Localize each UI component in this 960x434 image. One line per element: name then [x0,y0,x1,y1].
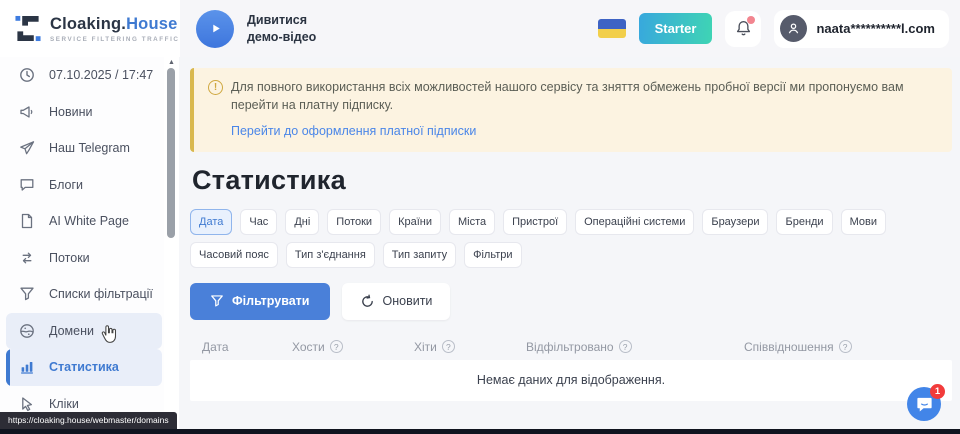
user-email: naata**********l.com [816,21,935,36]
status-link-preview: https://cloaking.house/webmaster/domains [0,412,177,429]
app-logo[interactable]: Cloaking.House SERVICE FILTERING TRAFFIC [0,0,180,57]
main-content: ! Для повного використання всіх можливос… [180,57,960,429]
chat-icon [19,176,36,193]
demo-video-label[interactable]: Дивитися демо-відео [247,12,335,45]
funnel-icon [210,294,224,308]
sidebar-item-label: Блоги [49,178,83,192]
tab-date[interactable]: Дата [190,209,232,235]
upgrade-subscription-link[interactable]: Перейти до оформлення платної підписки [231,124,476,138]
sidebar-item-ai-white-page[interactable]: AI White Page [6,203,162,240]
column-header-hosts: Хости ? [292,340,414,354]
tab-days[interactable]: Дні [285,209,319,235]
cursor-icon [19,395,36,412]
sidebar-item-label: AI White Page [49,214,129,228]
scroll-up-arrow[interactable]: ▲ [164,58,179,67]
tab-brands[interactable]: Бренди [776,209,832,235]
tab-timezone[interactable]: Часовий пояс [190,242,278,268]
filter-button[interactable]: Фільтрувати [190,283,330,320]
globe-icon [19,322,36,339]
play-icon [209,22,222,35]
tab-os[interactable]: Операційні системи [575,209,694,235]
chat-unread-badge: 1 [930,384,945,399]
sidebar-item-label: Наш Telegram [49,141,130,155]
column-label: Співвідношення [744,340,834,354]
column-header-hits: Хіти ? [414,340,526,354]
sidebar-item-domains[interactable]: Домени [6,313,162,350]
refresh-icon [360,294,375,309]
tab-countries[interactable]: Країни [389,209,441,235]
sidebar-item-label: 07.10.2025 / 17:47 [49,68,153,82]
logo-icon [15,15,41,42]
tab-cities[interactable]: Міста [449,209,495,235]
chart-icon [19,359,36,376]
statistics-tabs: Дата Час Дні Потоки Країни Міста Пристрої Опера… [190,209,935,268]
column-header-filtered: Відфільтровано ? [526,340,744,354]
tab-languages[interactable]: Мови [841,209,886,235]
tab-time[interactable]: Час [240,209,277,235]
sidebar-item-filter-lists[interactable]: Списки фільтрації [6,276,162,313]
notification-dot [747,16,755,24]
column-label: Хіти [414,340,437,354]
table-header-row: Дата Хости ? Хіти ? Відфільтровано ? Спі… [190,334,952,360]
person-icon [786,21,801,36]
sidebar-item-label: Потоки [49,251,90,265]
tab-connection-type[interactable]: Тип з'єднання [286,242,375,268]
tab-request-type[interactable]: Тип запиту [383,242,456,268]
sidebar-item-statistics[interactable]: Статистика [6,349,162,386]
column-header-ratio: Співвідношення ? [744,340,952,354]
language-flag-ukraine[interactable] [598,19,626,38]
column-label: Хости [292,340,325,354]
help-icon[interactable]: ? [619,340,632,353]
help-icon[interactable]: ? [330,340,343,353]
brand-tagline: SERVICE FILTERING TRAFFIC [50,36,179,43]
play-demo-button[interactable] [196,10,234,48]
clock-icon [19,67,36,84]
megaphone-icon [19,103,36,120]
column-label: Відфільтровано [526,340,614,354]
sidebar-item-label: Кліки [49,397,79,411]
funnel-icon [19,286,36,303]
sidebar-item-streams[interactable]: Потоки [6,240,162,277]
sidebar: 07.10.2025 / 17:47 Новини Наш Telegram Б… [0,57,164,429]
sidebar-item-label: Статистика [49,360,119,374]
warning-icon: ! [208,80,223,95]
avatar [780,15,807,42]
refresh-button[interactable]: Оновити [342,283,451,320]
plan-badge-button[interactable]: Starter [639,13,713,44]
page-title: Статистика [192,165,952,196]
window-bottom-edge [0,429,960,434]
sidebar-item-label: Домени [49,324,94,338]
tab-devices[interactable]: Пристрої [503,209,567,235]
tab-filters[interactable]: Фільтри [464,242,521,268]
column-label: Дата [202,340,229,354]
sidebar-item-datetime[interactable]: 07.10.2025 / 17:47 [6,57,162,94]
sidebar-item-label: Списки фільтрації [49,287,153,301]
sidebar-scrollbar[interactable]: ▲ ▼ [164,57,179,429]
chat-widget-button[interactable]: 1 [907,387,941,421]
sidebar-item-news[interactable]: Новини [6,94,162,131]
help-icon[interactable]: ? [442,340,455,353]
sidebar-item-blogs[interactable]: Блоги [6,167,162,204]
chat-bubble-icon [915,395,934,414]
document-icon [19,213,36,230]
table-empty-state: Немає даних для відображення. [190,360,952,401]
tab-streams[interactable]: Потоки [327,209,381,235]
arrows-icon [19,249,36,266]
brand-name: Cloaking.House [50,15,179,34]
scrollbar-thumb[interactable] [167,68,175,238]
column-header-date: Дата [202,340,292,354]
notifications-button[interactable] [725,11,761,47]
sidebar-item-telegram[interactable]: Наш Telegram [6,130,162,167]
banner-text: Для повного використання всіх можливосте… [231,79,938,115]
tab-browsers[interactable]: Браузери [702,209,768,235]
paper-plane-icon [19,140,36,157]
top-header: Дивитися демо-відео Starter naata*******… [180,0,960,57]
help-icon[interactable]: ? [839,340,852,353]
user-menu[interactable]: naata**********l.com [774,10,949,48]
sidebar-item-label: Новини [49,105,93,119]
trial-warning-banner: ! Для повного використання всіх можливос… [190,68,952,152]
